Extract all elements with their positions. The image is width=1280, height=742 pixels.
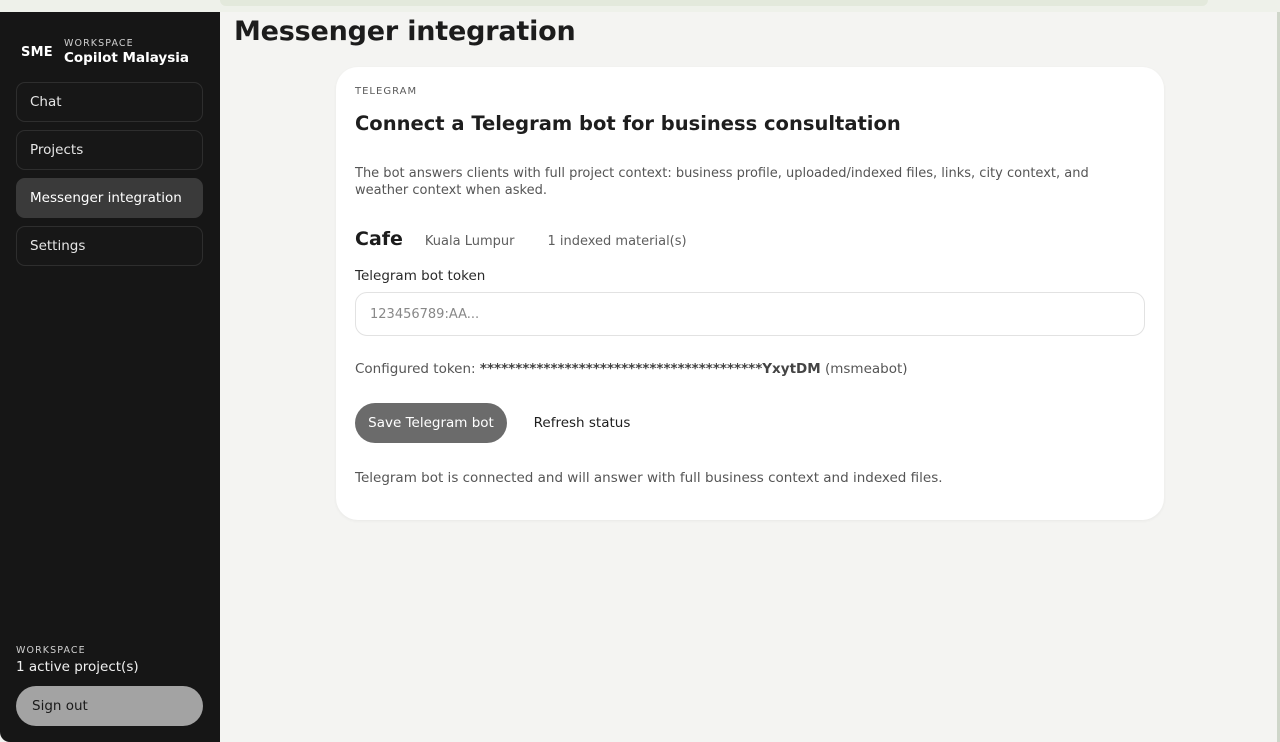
configured-bot-name: (msmeabot)	[824, 361, 908, 377]
refresh-status-button[interactable]: Refresh status	[519, 403, 645, 443]
sidebar-item-projects[interactable]: Projects	[16, 130, 203, 170]
sidebar-item-chat[interactable]: Chat	[16, 82, 203, 122]
card-title: Connect a Telegram bot for business cons…	[355, 112, 901, 135]
sidebar-item-messenger-integration[interactable]: Messenger integration	[16, 178, 203, 218]
sidebar-item-settings[interactable]: Settings	[16, 226, 203, 266]
top-strip-bar	[220, 0, 1208, 6]
card-description: The bot answers clients with full projec…	[355, 166, 1089, 198]
sidebar-item-label: Settings	[30, 238, 86, 254]
top-strip	[0, 0, 1280, 12]
card-eyebrow: TELEGRAM	[355, 86, 418, 97]
workspace-footer-label: WORKSPACE	[16, 645, 86, 656]
connection-status: Telegram bot is connected and will answe…	[355, 470, 943, 486]
sidebar-nav: Chat Projects Messenger integration Sett…	[16, 82, 203, 274]
sidebar: SME WORKSPACE Copilot Malaysia Chat Proj…	[0, 12, 220, 742]
brand-logo: SME	[21, 45, 53, 60]
save-telegram-bot-button[interactable]: Save Telegram bot	[355, 403, 507, 443]
telegram-card: TELEGRAM Connect a Telegram bot for busi…	[336, 67, 1164, 520]
sidebar-item-label: Messenger integration	[30, 190, 182, 206]
brand: SME WORKSPACE Copilot Malaysia	[21, 38, 189, 67]
token-field-label: Telegram bot token	[355, 268, 486, 284]
sidebar-item-label: Chat	[30, 94, 62, 110]
active-projects-count: 1 active project(s)	[16, 659, 139, 675]
project-name: Cafe	[355, 228, 403, 250]
configured-token-masked: ****************************************…	[479, 361, 821, 377]
sign-out-button[interactable]: Sign out	[16, 686, 203, 726]
workspace-footer: WORKSPACE 1 active project(s)	[16, 645, 203, 675]
page-title: Messenger integration	[234, 16, 576, 47]
workspace-name: Copilot Malaysia	[64, 50, 189, 66]
workspace-label: WORKSPACE	[64, 38, 134, 49]
workspace-info: WORKSPACE Copilot Malaysia	[64, 38, 189, 67]
project-city: Kuala Lumpur	[424, 234, 515, 249]
project-materials: 1 indexed material(s)	[547, 234, 687, 249]
telegram-token-input[interactable]	[355, 292, 1145, 336]
sidebar-item-label: Projects	[30, 142, 84, 158]
configured-token-prefix: Configured token:	[355, 361, 476, 377]
project-summary: Cafe Kuala Lumpur 1 indexed material(s)	[355, 228, 720, 250]
configured-token: Configured token: **********************…	[355, 361, 908, 377]
